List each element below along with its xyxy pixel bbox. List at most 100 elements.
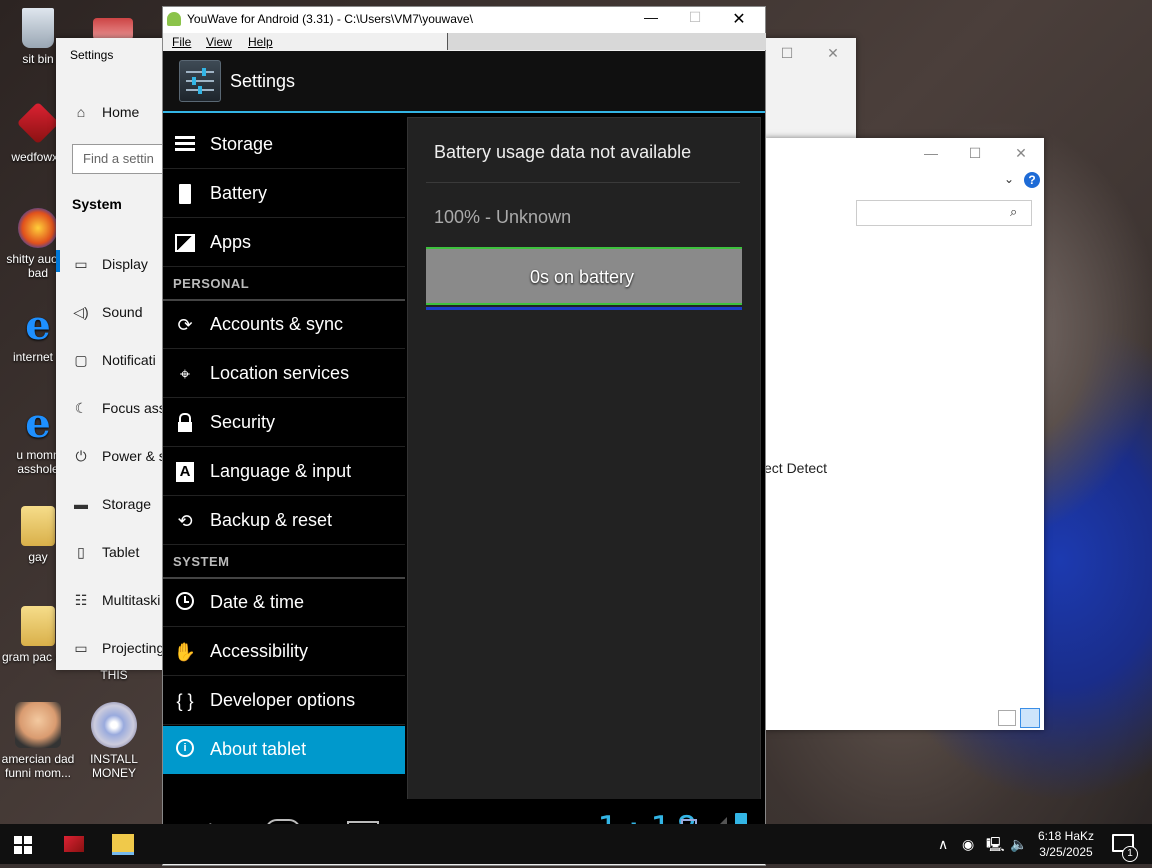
explorer-window[interactable]: — ☐ ✕ ⌄ ? ⌕ ect Detect — [764, 138, 1044, 730]
menu-help[interactable]: Help — [248, 35, 273, 49]
row-accounts-sync[interactable]: ⟳ Accounts & sync — [163, 301, 405, 349]
nav-label: Focus ass — [102, 400, 166, 416]
braces-icon: { } — [176, 691, 194, 711]
internet-explorer-icon: e — [25, 302, 51, 349]
settings-app-icon[interactable] — [179, 60, 221, 102]
row-backup-reset[interactable]: ⟲ Backup & reset — [163, 497, 405, 545]
nav-label: Notificati — [102, 352, 156, 368]
row-about-tablet[interactable]: i About tablet — [163, 726, 405, 774]
clock-area[interactable]: 6:18 HaKz 3/25/2025 — [1036, 828, 1096, 868]
row-security[interactable]: Security — [163, 399, 405, 447]
row-label: About tablet — [210, 739, 307, 759]
row-label: Date & time — [210, 592, 305, 612]
tablet-icon: ▯ — [77, 544, 85, 560]
row-label: Accounts & sync — [210, 314, 344, 334]
clock-icon — [173, 591, 197, 615]
action-bar: Settings — [163, 51, 765, 113]
nav-label: Projecting — [102, 640, 165, 656]
row-label: Storage — [210, 134, 274, 154]
nav-display[interactable]: ▭ Display — [72, 254, 148, 274]
window-title: Settings — [70, 48, 114, 62]
chevron-down-icon[interactable]: ⌄ — [1004, 172, 1014, 186]
info-icon: i — [173, 738, 197, 762]
taskbar-file-explorer[interactable] — [112, 834, 134, 855]
row-developer-options[interactable]: { } Developer options — [163, 677, 405, 725]
nav-projecting[interactable]: ▭ Projecting — [72, 638, 164, 658]
desktop-icon-label: INSTALL MONEY — [90, 752, 138, 780]
row-location-services[interactable]: ⌖ Location services — [163, 350, 405, 398]
row-storage[interactable]: Storage — [163, 121, 405, 169]
row-date-time[interactable]: Date & time — [163, 579, 405, 627]
row-label: Accessibility — [210, 641, 309, 661]
nav-notifications[interactable]: ▢ Notificati — [72, 350, 156, 370]
menu-view[interactable]: View — [206, 35, 232, 49]
volume-icon[interactable]: 🔈 — [1010, 824, 1027, 864]
location-icon: ⌖ — [179, 364, 191, 384]
folder-icon — [21, 506, 55, 546]
help-icon[interactable]: ? — [1024, 172, 1040, 188]
maximize-button[interactable]: ☐ — [764, 38, 810, 68]
recycle-bin-icon — [22, 8, 54, 48]
network-icon[interactable]: 🖳 — [986, 824, 1005, 864]
row-accessibility[interactable]: ✋ Accessibility — [163, 628, 405, 676]
notification-count-badge: 1 — [1122, 846, 1138, 862]
youwave-window[interactable]: YouWave for Android (3.31) - C:\Users\VM… — [162, 6, 766, 866]
details-view-icon[interactable] — [998, 710, 1016, 726]
personal-header: PERSONAL — [173, 276, 250, 291]
row-apps[interactable]: Apps — [163, 219, 405, 267]
nav-storage[interactable]: ▬ Storage — [72, 494, 151, 514]
large-icons-view-icon[interactable] — [1020, 708, 1040, 728]
settings-list: Storage Battery Apps PERSONAL ⟳ Accounts… — [163, 113, 405, 799]
desktop-icon-this[interactable]: THIS — [76, 668, 152, 682]
record-icon[interactable]: ◉ — [962, 824, 974, 864]
detail-divider — [426, 182, 740, 183]
battery-status: 100% - Unknown — [434, 207, 572, 227]
clock-time: 6:18 HaKz — [1037, 829, 1095, 843]
nav-label: Power & s — [102, 448, 166, 464]
battery-usage-message: Battery usage data not available — [434, 142, 692, 162]
chevron-up-icon[interactable]: ∧ — [938, 824, 948, 864]
explorer-search-input[interactable] — [856, 200, 1032, 226]
clock-date: 3/25/2025 — [1039, 845, 1093, 859]
nav-label: Multitaski — [102, 592, 161, 608]
cartoon-face-icon — [15, 702, 61, 748]
desktop-icon-label: THIS — [100, 668, 128, 682]
start-button[interactable] — [14, 836, 32, 854]
row-label: Language & input — [210, 461, 352, 481]
moon-icon: ☾ — [74, 400, 88, 416]
desktop-icon-install-money[interactable]: INSTALL MONEY — [76, 702, 152, 780]
desktop-icon-american-dad[interactable]: amercian dad funni mom... — [0, 702, 76, 780]
toolbar-strip — [447, 33, 766, 50]
nav-tablet[interactable]: ▯ Tablet — [72, 542, 139, 562]
maximize-button[interactable]: ☐ — [952, 138, 998, 168]
row-battery[interactable]: Battery — [163, 170, 405, 218]
monitor-icon: ▭ — [74, 256, 88, 272]
taskbar-red-cube-app[interactable] — [64, 836, 84, 852]
lock-icon — [173, 411, 197, 435]
battery-history-bar[interactable]: 0s on battery — [426, 247, 742, 305]
row-language-input[interactable]: A Language & input — [163, 448, 405, 496]
minimize-button[interactable]: — — [908, 138, 954, 168]
nav-home[interactable]: ⌂ Home — [72, 102, 140, 122]
menu-file[interactable]: File — [172, 35, 191, 49]
title-bar[interactable]: YouWave for Android (3.31) - C:\Users\VM… — [163, 7, 765, 33]
nav-multitasking[interactable]: ☷ Multitaski — [72, 590, 161, 610]
maximize-button: ☐ — [688, 9, 702, 25]
red-cube-icon — [16, 101, 60, 145]
row-label: Battery — [210, 183, 268, 203]
close-button[interactable]: ✕ — [810, 38, 856, 68]
close-button[interactable]: ✕ — [998, 138, 1044, 168]
close-button[interactable]: ✕ — [719, 9, 759, 29]
nav-focus-assist[interactable]: ☾ Focus ass — [72, 398, 166, 418]
nav-label: Storage — [102, 496, 152, 512]
nav-power[interactable]: ⏻ Power & s — [72, 446, 166, 466]
minimize-button[interactable]: — — [631, 9, 671, 25]
explorer-partial-text: ect Detect — [764, 460, 828, 476]
android-robot-icon — [167, 12, 181, 26]
nav-sound[interactable]: ◁) Sound — [72, 302, 142, 322]
row-label: Backup & reset — [210, 510, 333, 530]
battery-detail-pane: Battery usage data not available 100% - … — [407, 117, 761, 807]
folder-icon — [21, 606, 55, 646]
storage-icon: ▬ — [74, 496, 88, 512]
hand-icon: ✋ — [173, 642, 197, 662]
